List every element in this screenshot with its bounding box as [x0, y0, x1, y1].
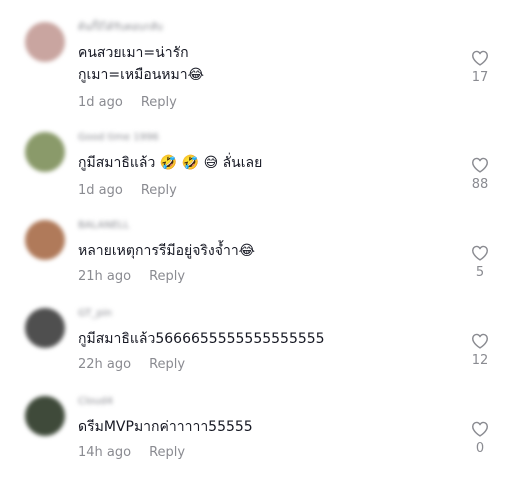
like-control: 0: [468, 421, 492, 457]
avatar[interactable]: [25, 22, 65, 62]
like-count: 17: [471, 70, 489, 85]
comment-meta: 14h ago Reply: [78, 445, 185, 461]
comment-item: BALANELL หลายเหตุการรีมีอยู่จริงจ้ำา😂 21…: [0, 198, 520, 286]
comment-item: Cloud4 ดรีมMVPมากค่าาาาา55555 14h ago Rep…: [0, 374, 520, 462]
like-count: 0: [475, 441, 485, 456]
like-count: 88: [471, 177, 489, 192]
comment-username[interactable]: GT_pin: [78, 308, 112, 320]
comment-time: 1d ago: [78, 183, 123, 198]
comment-text: ดรีมMVPมากค่าาาาา55555: [78, 419, 253, 435]
comment-text: กูมีสมาธิแล้ว5666655555555555555: [78, 331, 325, 347]
like-control: 17: [468, 50, 492, 86]
like-control: 88: [468, 157, 492, 193]
comment-username[interactable]: BALANELL: [78, 220, 129, 232]
reply-button[interactable]: Reply: [149, 269, 185, 284]
reply-button[interactable]: Reply: [149, 445, 185, 460]
comment-time: 22h ago: [78, 357, 132, 372]
avatar[interactable]: [25, 132, 65, 172]
comment-meta: 21h ago Reply: [78, 269, 185, 285]
comment-item: Good time 1996 กูมีสมาธิแล้ว 🤣 🤣 😅 ลั่นเ…: [0, 110, 520, 198]
comment-username[interactable]: Good time 1996: [78, 132, 159, 144]
reply-button[interactable]: Reply: [141, 183, 177, 198]
comment-item: ต้นกิ้งิได้รับตอบกลับ คนสวยเมา=น่ารัก กู…: [0, 0, 520, 110]
avatar[interactable]: [25, 396, 65, 436]
comment-username[interactable]: Cloud4: [78, 396, 113, 408]
comment-username[interactable]: ต้นกิ้งิได้รับตอบกลับ: [78, 22, 163, 34]
heart-icon[interactable]: [471, 421, 489, 437]
comment-text: คนสวยเมา=น่ารัก กูเมา=เหมือนหมา😂: [78, 45, 204, 83]
like-control: 12: [468, 333, 492, 369]
heart-icon[interactable]: [471, 157, 489, 173]
comment-meta: 1d ago Reply: [78, 95, 177, 111]
comment-item: GT_pin กูมีสมาธิแล้ว5666655555555555555 …: [0, 286, 520, 374]
comment-list: ต้นกิ้งิได้รับตอบกลับ คนสวยเมา=น่ารัก กู…: [0, 0, 520, 477]
like-count: 5: [475, 265, 485, 280]
heart-icon[interactable]: [471, 245, 489, 261]
heart-icon[interactable]: [471, 333, 489, 349]
comment-time: 14h ago: [78, 445, 132, 460]
reply-button[interactable]: Reply: [149, 357, 185, 372]
avatar[interactable]: [25, 220, 65, 260]
reply-button[interactable]: Reply: [141, 95, 177, 110]
comment-text: กูมีสมาธิแล้ว 🤣 🤣 😅 ลั่นเลย: [78, 155, 263, 171]
heart-icon[interactable]: [471, 50, 489, 66]
comment-time: 21h ago: [78, 269, 132, 284]
comment-time: 1d ago: [78, 95, 123, 110]
comment-meta: 1d ago Reply: [78, 183, 177, 199]
like-control: 5: [468, 245, 492, 281]
like-count: 12: [471, 353, 489, 368]
comment-text: หลายเหตุการรีมีอยู่จริงจ้ำา😂: [78, 243, 256, 259]
comment-meta: 22h ago Reply: [78, 357, 185, 373]
avatar[interactable]: [25, 308, 65, 348]
